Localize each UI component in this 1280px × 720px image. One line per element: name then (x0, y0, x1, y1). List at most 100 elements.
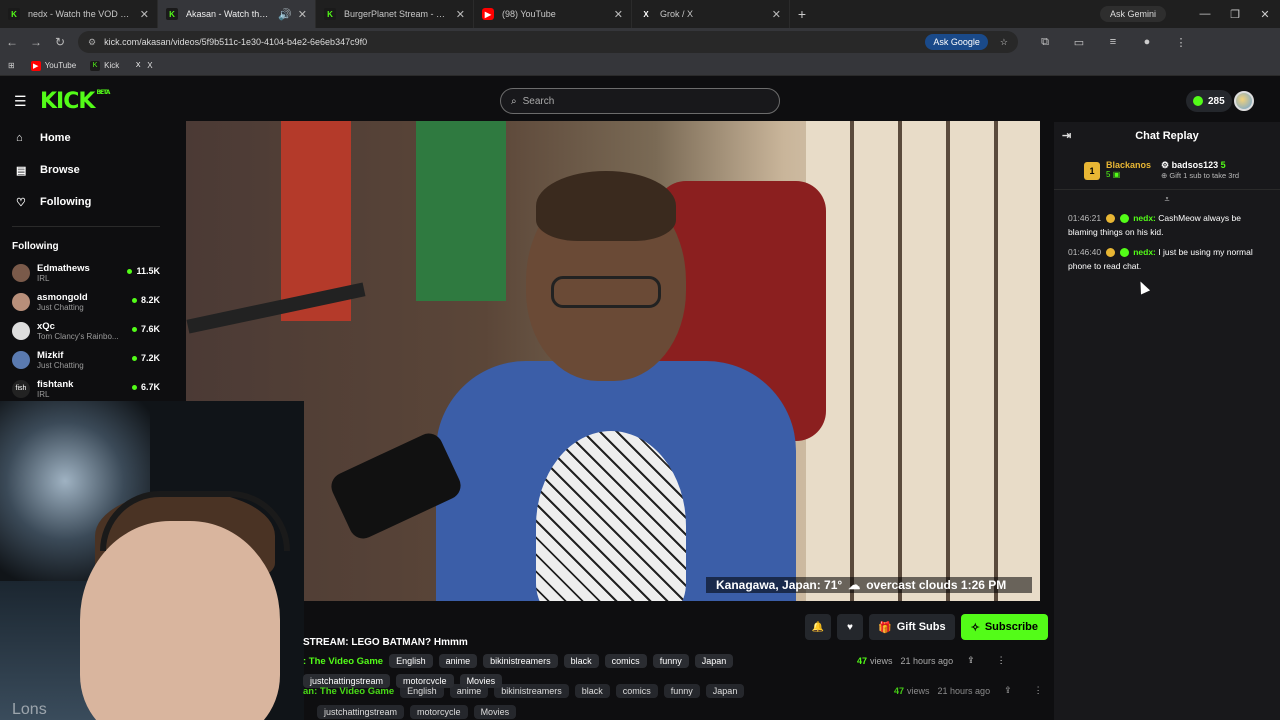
tag[interactable]: Movies (473, 705, 517, 719)
tag[interactable]: English (389, 654, 433, 668)
message-user[interactable]: nedx: (1133, 247, 1156, 257)
tab-search-icon[interactable]: ▭ (1062, 36, 1096, 49)
share-icon[interactable]: ⇪ (1004, 685, 1012, 696)
streamer-figure (436, 161, 796, 601)
tag[interactable]: justchattingstream (317, 705, 405, 719)
more-options-icon[interactable]: ⋮ (1034, 685, 1043, 696)
recipient-name: badsos123 (1171, 160, 1219, 170)
minimize-icon[interactable]: — (1190, 8, 1220, 20)
channel-item-mizkif[interactable]: Mizkif Just Chatting 7.2K (0, 345, 172, 374)
search-input[interactable]: ⌕ Search (500, 88, 780, 114)
menu-icon[interactable]: ⋮ (1164, 36, 1198, 49)
url-field[interactable]: ⚙ kick.com/akasan/videos/5f9b511c-1e30-4… (78, 31, 1018, 53)
category-link[interactable]: : The Video Game (303, 656, 383, 667)
gift-subs-label: Gift Subs (896, 621, 946, 633)
webcam-overlay-text: Lons (12, 701, 47, 718)
channel-item-asmongold[interactable]: asmongold Just Chatting 8.2K (0, 287, 172, 316)
browser-tab[interactable]: X Grok / X ✕ (632, 0, 790, 28)
points-badge[interactable]: 285 (1186, 90, 1232, 112)
back-icon[interactable]: ← (0, 35, 24, 49)
channel-item-xqc[interactable]: xQc Tom Clancy's Rainbo... 7.6K (0, 316, 172, 345)
tag[interactable]: black (563, 654, 599, 668)
reading-list-icon[interactable]: ≡ (1096, 36, 1130, 48)
forward-icon[interactable]: → (24, 35, 48, 49)
weather-overlay: Kanagawa, Japan: 71° ☁ overcast clouds 1… (706, 577, 1032, 593)
new-tab-button[interactable]: + (790, 6, 814, 22)
extensions-icon[interactable]: ⧉ (1028, 36, 1062, 49)
close-icon[interactable]: ✕ (456, 8, 465, 21)
close-window-icon[interactable]: ✕ (1250, 8, 1280, 21)
follow-button[interactable]: ♥ (837, 614, 863, 640)
search-icon: ⌕ (511, 95, 517, 107)
tag[interactable]: comics (604, 654, 647, 668)
tag[interactable]: motorcycle (410, 705, 468, 719)
browse-icon: ▤ (16, 164, 27, 177)
tag[interactable]: Japan (694, 654, 734, 668)
notification-button[interactable]: 🔔 (805, 614, 831, 640)
bookmark-x[interactable]: X X (133, 61, 153, 71)
gifter-name: Blackanos (1106, 160, 1152, 170)
tag[interactable]: bikinistreamers (483, 654, 558, 668)
headphones (100, 491, 290, 551)
tag[interactable]: funny (652, 654, 689, 668)
browser-tab[interactable]: K BurgerPlanet Stream - Watch L ✕ (316, 0, 474, 28)
viewer-count: 6.7K (132, 382, 160, 392)
star-icon[interactable]: ☆ (1000, 37, 1008, 48)
channel-item-edmathews[interactable]: Edmathews IRL 11.5K (0, 258, 172, 287)
close-icon[interactable]: ✕ (298, 8, 307, 21)
sidebar-item-following[interactable]: ♡ Following (0, 186, 172, 218)
share-icon[interactable]: ⇪ (967, 655, 975, 666)
video-player[interactable] (186, 121, 1040, 601)
sidebar-item-home[interactable]: ⌂ Home (0, 122, 172, 154)
tag[interactable]: Japan (705, 684, 745, 698)
tag[interactable]: bikinistreamers (494, 684, 569, 698)
subscribe-button[interactable]: ✧ Subscribe (960, 614, 1048, 640)
hamburger-menu-icon[interactable]: ☰ (14, 93, 34, 110)
logo-text: KICK (40, 88, 95, 114)
pinned-gift-banner[interactable]: 1 Blackanos 5 ▣ ⚙ badsos123 5 ⊕ Gift 1 s… (1054, 150, 1280, 190)
gift-subs-button[interactable]: 🎁 Gift Subs (869, 614, 955, 640)
bookmark-youtube[interactable]: ▶ YouTube (30, 60, 77, 71)
tag[interactable]: English (400, 684, 444, 698)
ask-gemini-button[interactable]: Ask Gemini (1099, 6, 1166, 22)
close-icon[interactable]: ✕ (772, 8, 781, 21)
kick-logo[interactable]: KICK BETA (40, 88, 110, 114)
divider (12, 226, 160, 227)
tag[interactable]: anime (438, 654, 478, 668)
channel-name: fishtank (37, 378, 74, 390)
browser-tab[interactable]: ▶ (98) YouTube ✕ (474, 0, 632, 28)
gift-count: 5 (1106, 170, 1111, 179)
browser-tab-active[interactable]: K Akasan - Watch the VOD on Kick 🔊 ✕ (158, 0, 316, 28)
video-frame (806, 121, 1040, 601)
site-info-icon[interactable]: ⚙ (88, 37, 96, 48)
sidebar: ⌂ Home ▤ Browse ♡ Following Following Ed… (0, 122, 172, 402)
tag[interactable]: funny (663, 684, 700, 698)
tag[interactable]: anime (449, 684, 489, 698)
user-avatar[interactable] (1234, 91, 1254, 111)
speaker-icon[interactable]: 🔊 (278, 8, 292, 21)
sidebar-item-browse[interactable]: ▤ Browse (0, 154, 172, 186)
close-icon[interactable]: ✕ (614, 8, 623, 21)
tag[interactable]: comics (615, 684, 658, 698)
bookmark-label: YouTube (44, 61, 77, 70)
expand-icon[interactable]: ⩡ (1054, 194, 1280, 205)
restore-icon[interactable]: ❐ (1220, 8, 1250, 21)
channel-item-fishtank[interactable]: fish fishtank IRL 6.7K (0, 374, 172, 403)
browser-tab-bar: K nedx - Watch the VOD on Kick ✕ K Akasa… (0, 0, 1280, 28)
close-icon[interactable]: ✕ (140, 8, 149, 21)
bookmark-kick[interactable]: K Kick (90, 60, 119, 71)
heart-icon: ♡ (16, 196, 26, 209)
message-user[interactable]: nedx: (1133, 213, 1156, 223)
reload-icon[interactable]: ↻ (48, 35, 72, 49)
bookmark-label: X (147, 61, 153, 70)
ask-google-button[interactable]: Ask Google (925, 34, 988, 50)
video-meta-duplicate: 47 views 21 hours ago ⇪ ⋮ (894, 685, 1043, 696)
browser-tab[interactable]: K nedx - Watch the VOD on Kick ✕ (0, 0, 158, 28)
collapse-chat-icon[interactable]: ⇥ (1062, 129, 1071, 142)
channel-category: Tom Clancy's Rainbo... (37, 331, 119, 341)
profile-icon[interactable]: ● (1130, 36, 1164, 48)
apps-icon[interactable]: ⊞ (8, 61, 15, 70)
category-link[interactable]: an: The Video Game (303, 686, 394, 697)
tag[interactable]: black (574, 684, 610, 698)
more-options-icon[interactable]: ⋮ (997, 655, 1006, 666)
